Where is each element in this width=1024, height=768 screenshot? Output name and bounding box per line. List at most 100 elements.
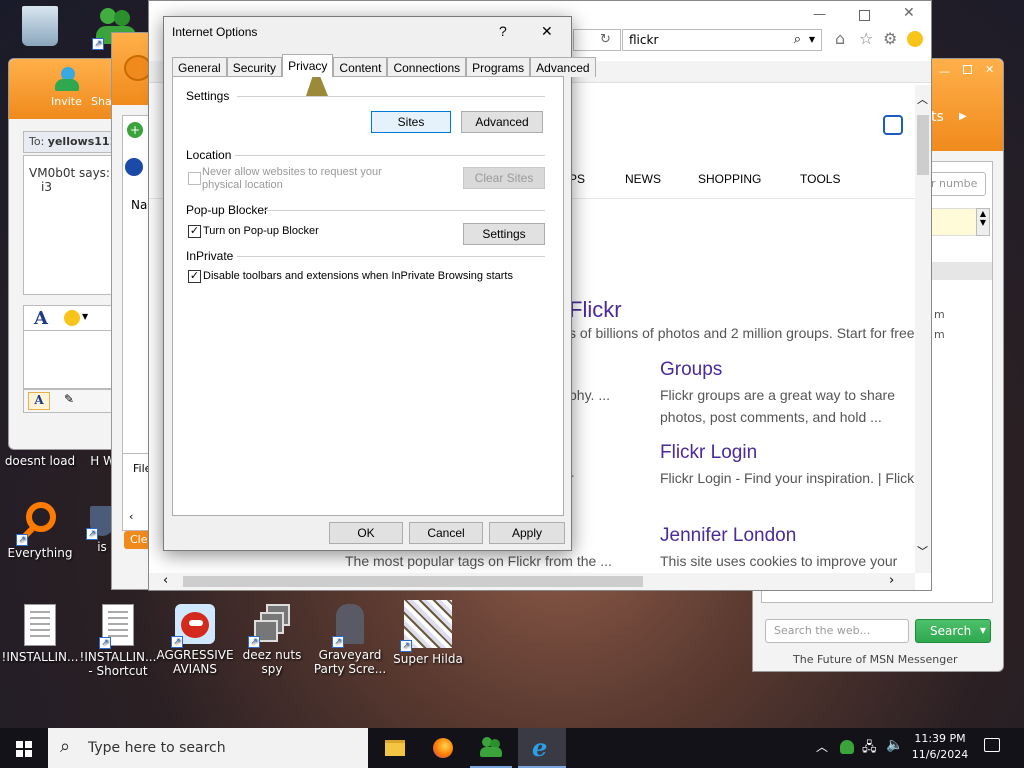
close-icon[interactable]: ✕ — [985, 63, 994, 76]
tab-programs[interactable]: Programs — [466, 57, 531, 77]
tab-shopping[interactable]: SHOPPING — [698, 172, 761, 186]
invite-icon[interactable] — [53, 67, 81, 93]
invite-button[interactable]: Invite — [51, 95, 82, 108]
close-icon[interactable]: ✕ — [541, 23, 553, 40]
maximize-icon[interactable] — [859, 10, 870, 21]
visual-search-icon[interactable] — [883, 115, 903, 135]
ad-scrollbar[interactable]: ▲ ▼ — [976, 208, 990, 236]
scroll-thumb[interactable] — [183, 576, 643, 587]
divider — [265, 210, 545, 211]
message-history[interactable]: VM0b0t says: i3 — [23, 155, 117, 295]
web-search-button[interactable]: Search ▼ — [915, 619, 991, 643]
scroll-thumb[interactable] — [917, 115, 929, 175]
popup-blocker-checkbox[interactable]: ✓ — [188, 225, 201, 238]
handwrite-icon[interactable]: ✎ — [58, 392, 80, 410]
popup-settings-button[interactable]: Settings — [463, 223, 545, 245]
tab-connections[interactable]: Connections — [387, 57, 467, 77]
smiley-feedback-icon[interactable] — [907, 31, 923, 47]
result-snippet: Flickr Login - Find your inspiration. | … — [660, 470, 915, 486]
desktop-icon-aggressive-avians[interactable]: ↗ AGGRESSIVE AVIANS — [155, 604, 235, 676]
gear-icon[interactable]: ⚙ — [883, 29, 897, 48]
search-icon[interactable]: ⌕ — [794, 30, 801, 50]
msn-conversation-window[interactable]: Invite Shar To: yellows111 VM0b0t says: … — [8, 58, 117, 450]
taskbar-msn[interactable] — [470, 728, 512, 768]
desktop-icon-super-hilda[interactable]: ↗ Super Hilda — [388, 600, 468, 666]
vertical-scrollbar[interactable]: ︿ ﹀ — [915, 85, 931, 573]
web-search-label: Search — [930, 624, 972, 638]
privacy-panel: Settings Sites Advanced Location Never a… — [172, 76, 564, 516]
add-icon[interactable]: + — [127, 122, 143, 138]
text-mode-icon[interactable]: A — [28, 392, 50, 410]
tab-general[interactable]: General — [172, 57, 227, 77]
home-icon[interactable]: ⌂ — [835, 29, 845, 48]
msn-tray-icon[interactable] — [840, 740, 854, 754]
recycle-bin-icon[interactable] — [0, 6, 80, 50]
chevron-right-icon[interactable]: ▶ — [959, 111, 967, 122]
message-input[interactable] — [23, 331, 117, 389]
start-button[interactable] — [0, 728, 48, 768]
desktop-icon-installin-shortcut[interactable]: ↗ !INSTALLIN... - Shortcut — [78, 604, 158, 678]
favorites-star-icon[interactable]: ☆ — [859, 29, 873, 48]
result-title[interactable]: Flickr Login — [660, 442, 757, 464]
internet-options-dialog[interactable]: Internet Options ? ✕ General Security Pr… — [163, 16, 596, 551]
taskbar-file-explorer[interactable] — [374, 728, 416, 768]
emoticon-icon[interactable] — [64, 310, 80, 326]
result-snippet: This site uses cookies to improve your — [660, 553, 898, 569]
taskbar-internet-explorer[interactable]: e — [518, 728, 566, 768]
taskbar-firefox[interactable] — [422, 728, 464, 768]
list-item: m — [934, 328, 945, 341]
minimize-icon[interactable]: — — [939, 65, 950, 78]
refresh-icon[interactable]: ↻ — [600, 32, 611, 47]
scroll-left-icon[interactable]: ‹ — [163, 573, 168, 588]
scroll-left-icon[interactable]: ‹ — [129, 510, 133, 523]
desktop-icon-deez-nuts-spy[interactable]: ↗ deez nuts spy — [232, 604, 312, 676]
apply-button[interactable]: Apply — [489, 522, 565, 544]
clock[interactable]: 11:39 PM 11/6/2024 — [908, 731, 972, 763]
desktop-icon-installin[interactable]: !INSTALLIN... — [0, 604, 80, 664]
inprivate-checkbox-label: Disable toolbars and extensions when InP… — [203, 270, 513, 282]
tab-tools[interactable]: TOOLS — [800, 172, 840, 186]
font-icon[interactable]: A — [34, 308, 48, 329]
browser-search-input[interactable]: flickr ⌕ ▼ — [622, 29, 822, 51]
desktop-icon-graveyard[interactable]: ↗ Graveyard Party Scre... — [310, 604, 390, 676]
close-icon[interactable]: ✕ — [903, 5, 915, 21]
inprivate-checkbox[interactable]: ✓ — [188, 270, 201, 283]
scroll-right-icon[interactable]: › — [889, 573, 894, 588]
cancel-button[interactable]: Cancel — [409, 522, 483, 544]
horizontal-scrollbar[interactable]: ‹ › — [149, 573, 915, 590]
clear-sites-button[interactable]: Clear Sites — [463, 167, 545, 189]
tab-privacy[interactable]: Privacy — [282, 54, 334, 77]
desktop-icon-doesnt-load[interactable]: doesnt load — [0, 454, 80, 468]
windows-logo-icon — [16, 741, 32, 757]
tab-advanced[interactable]: Advanced — [530, 57, 596, 77]
ok-button[interactable]: OK — [329, 522, 403, 544]
tab-news[interactable]: NEWS — [625, 172, 661, 186]
web-search-input[interactable]: Search the web... — [765, 619, 909, 643]
tab-content[interactable]: Content — [333, 57, 388, 77]
divider — [237, 256, 545, 257]
advanced-button[interactable]: Advanced — [461, 111, 543, 133]
tab-security[interactable]: Security — [226, 57, 283, 77]
scroll-up-icon[interactable]: ︿ — [917, 91, 928, 107]
notification-icon[interactable] — [984, 738, 1000, 752]
sites-button[interactable]: Sites — [371, 111, 451, 133]
volume-icon[interactable]: 🔈 — [886, 737, 903, 753]
address-bar[interactable]: ↻ — [573, 29, 621, 51]
desktop-icon-label: doesnt load — [4, 454, 76, 468]
shortcut-arrow-icon: ↗ — [99, 637, 111, 649]
network-icon[interactable]: 🖧 — [862, 738, 877, 760]
chevron-down-icon[interactable]: ▼ — [809, 30, 815, 50]
chevron-up-icon[interactable]: ︿ — [816, 738, 828, 755]
location-checkbox[interactable] — [188, 172, 201, 185]
contact-name: yellows111 — [47, 135, 117, 148]
result-main-title[interactable]: Flickr — [569, 297, 622, 323]
maximize-icon[interactable] — [963, 65, 972, 74]
result-title[interactable]: Groups — [660, 359, 722, 381]
chevron-down-icon[interactable]: ▼ — [82, 312, 88, 321]
scroll-down-icon[interactable]: ﹀ — [917, 543, 928, 559]
help-button[interactable]: ? — [499, 23, 507, 39]
chevron-down-icon[interactable]: ▼ — [980, 620, 986, 642]
minimize-icon[interactable]: — — [813, 7, 826, 22]
result-title[interactable]: Jennifer London — [660, 525, 796, 547]
taskbar-search-box[interactable]: ⌕ Type here to search — [48, 728, 368, 768]
